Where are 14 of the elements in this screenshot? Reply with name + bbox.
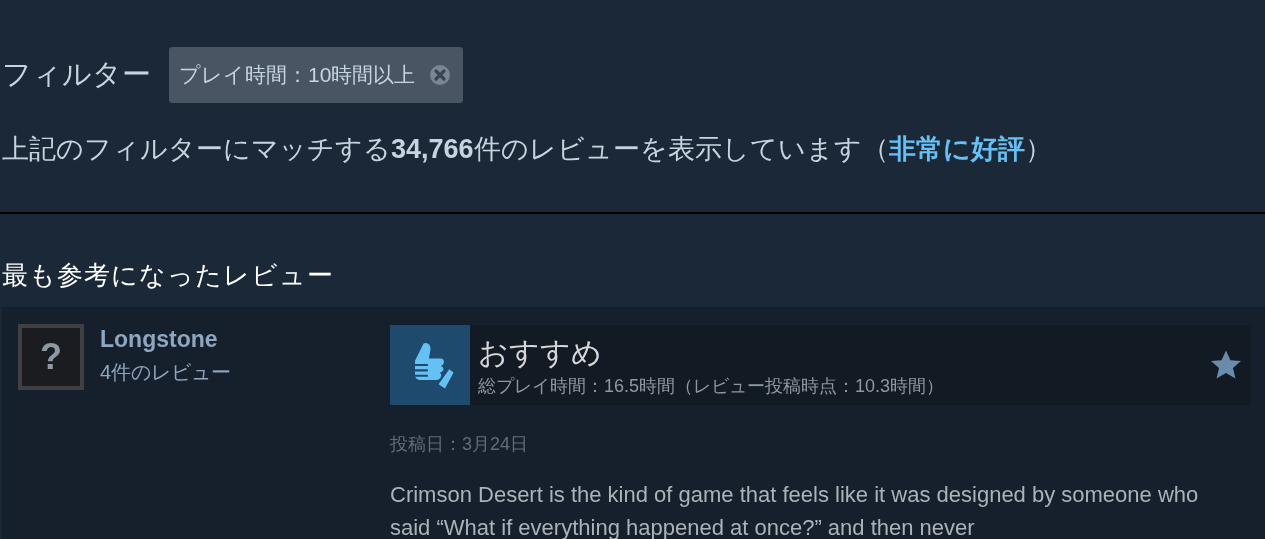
review-count[interactable]: 4件のレビュー <box>100 359 232 386</box>
filter-label: フィルター <box>2 56 151 92</box>
filter-chip[interactable]: プレイ時間：10時間以上 <box>169 46 464 103</box>
verdict-title: おすすめ <box>478 334 603 371</box>
star-icon[interactable] <box>1209 349 1243 381</box>
section-heading: 最も参考になったレビュー <box>2 259 335 292</box>
post-date: 投稿日：3月24日 <box>390 433 530 456</box>
summary-text: 上記のフィルターにマッチする34,766件のレビューを表示しています（非常に好評） <box>2 133 1053 166</box>
rating-link[interactable]: 非常に好評 <box>888 134 1025 164</box>
review-body: Crimson Desert is the kind of game that feels like it was designed by someone who said “What if everything happened at once?” and then never <box>390 481 1200 539</box>
author-name[interactable]: Longstone <box>100 326 232 353</box>
avatar-placeholder[interactable]: ? <box>18 324 84 390</box>
playtime-text: 総プレイ時間：16.5時間（レビュー投稿時点：10.3時間） <box>478 374 946 398</box>
close-icon[interactable] <box>429 63 452 86</box>
